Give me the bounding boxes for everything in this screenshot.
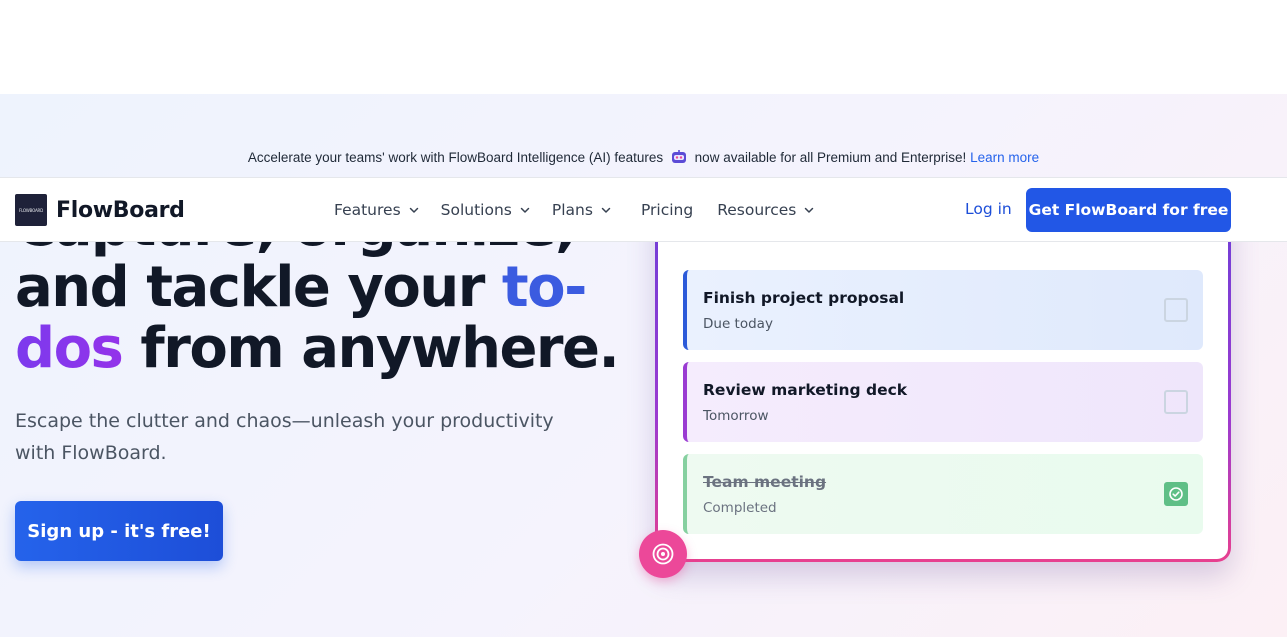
main-navbar: FLOWBOARD FlowBoard Features Solutions P… xyxy=(0,177,1287,242)
announcement-banner: Accelerate your teams' work with FlowBoa… xyxy=(0,148,1287,168)
headline-line-2: and tackle your xyxy=(15,255,502,320)
task-card-frame: Finish project proposal Due today Review… xyxy=(655,200,1231,562)
nav-menu: Features Solutions Plans Pricing Resourc… xyxy=(334,178,814,241)
get-free-button[interactable]: Get FlowBoard for free xyxy=(1026,188,1231,232)
robot-icon xyxy=(671,150,686,163)
task-due: Tomorrow xyxy=(703,408,769,424)
nav-item-resources[interactable]: Resources xyxy=(717,201,814,219)
headline-line-3: from anywhere. xyxy=(122,316,619,381)
nav-item-label: Pricing xyxy=(640,200,694,219)
check-circle-icon xyxy=(1169,487,1183,501)
task-checkbox[interactable] xyxy=(1164,390,1188,414)
task-item: Review marketing deck Tomorrow xyxy=(683,362,1203,442)
task-title: Team meeting xyxy=(703,473,827,491)
focus-target-button[interactable] xyxy=(639,530,687,578)
task-title: Finish project proposal xyxy=(703,289,905,307)
task-due: Completed xyxy=(703,500,777,516)
chevron-down-icon xyxy=(409,207,418,213)
task-title: Review marketing deck xyxy=(703,381,908,399)
login-link[interactable]: Log in xyxy=(965,200,1012,218)
banner-text-after: now available for all Premium and Enterp… xyxy=(694,150,967,165)
task-checkbox[interactable] xyxy=(1164,298,1188,322)
task-item: Team meeting Completed xyxy=(683,454,1203,534)
nav-item-label: Features xyxy=(334,200,401,219)
chevron-down-icon xyxy=(520,207,530,213)
task-item: Finish project proposal Due today xyxy=(683,270,1203,350)
nav-item-label: Resources xyxy=(717,200,797,219)
nav-item-solutions[interactable]: Solutions xyxy=(441,201,530,219)
task-card: Finish project proposal Due today Review… xyxy=(658,203,1228,559)
nav-item-features[interactable]: Features xyxy=(334,201,419,219)
brand-logo[interactable]: FLOWBOARD FlowBoard xyxy=(15,194,185,226)
task-checkbox-checked[interactable] xyxy=(1164,482,1188,506)
banner-text: Accelerate your teams' work with FlowBoa… xyxy=(247,150,664,165)
nav-item-label: Solutions xyxy=(440,200,512,219)
brand-name: FlowBoard xyxy=(56,197,185,223)
logo-mark: FLOWBOARD xyxy=(15,194,47,226)
nav-item-label: Plans xyxy=(551,200,593,219)
task-due: Due today xyxy=(703,316,773,332)
learn-more-link[interactable]: Learn more xyxy=(970,150,1039,165)
headline-accent-dos: dos xyxy=(15,316,124,381)
hero-subtext: Escape the clutter and chaos—unleash you… xyxy=(15,410,554,464)
chevron-down-icon xyxy=(601,207,611,213)
headline-accent-to: to- xyxy=(501,255,587,320)
chevron-down-icon xyxy=(805,207,814,213)
target-icon xyxy=(652,543,674,565)
signup-button[interactable]: Sign up - it's free! xyxy=(15,501,223,561)
nav-item-pricing[interactable]: Pricing xyxy=(641,201,693,219)
nav-item-plans[interactable]: Plans xyxy=(552,201,611,219)
